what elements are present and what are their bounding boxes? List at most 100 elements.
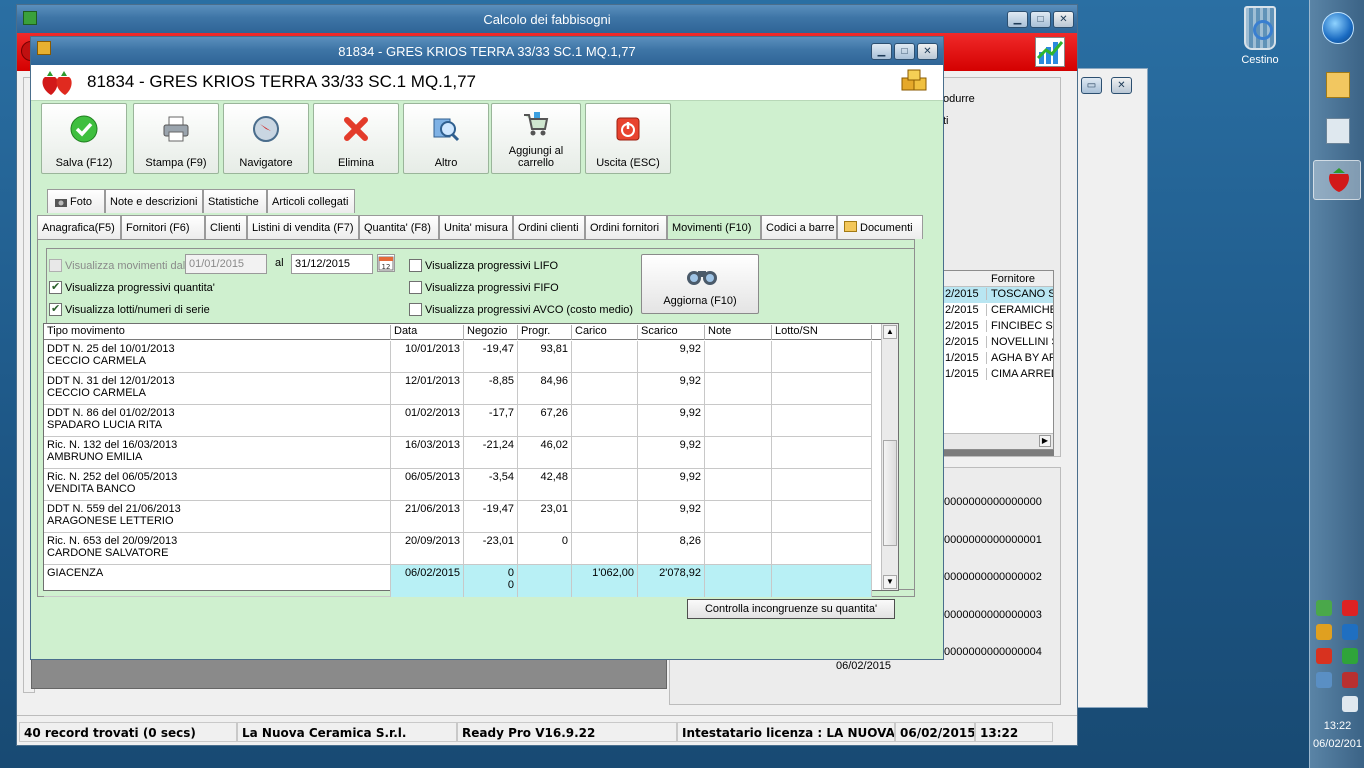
col-data[interactable]: Data xyxy=(391,325,464,340)
avco-checkbox[interactable]: Visualizza progressivi AVCO (costo medio… xyxy=(409,303,633,316)
tray-security-icon[interactable] xyxy=(1316,672,1332,688)
date-from-input[interactable]: 01/01/2015 xyxy=(185,254,267,274)
code-label: 0000000000000002 xyxy=(944,571,1042,583)
tray-ccl-icon[interactable] xyxy=(1316,648,1332,664)
tab-movimenti[interactable]: Movimenti (F10) xyxy=(667,215,761,240)
list-item[interactable]: 1/2015 CIMA ARRED xyxy=(943,367,1053,383)
tab-foto[interactable]: Foto xyxy=(47,189,105,213)
list-item[interactable]: 2/2015 FINCIBEC SP xyxy=(943,319,1053,335)
table-row[interactable]: Ric. N. 653 del 20/09/2013 CARDONE SALVAT… xyxy=(44,533,872,565)
recycle-bin-icon xyxy=(1244,6,1276,50)
other-button[interactable]: Altro xyxy=(403,103,489,174)
h-scrollbar[interactable]: ▶ xyxy=(943,433,1053,449)
print-button[interactable]: Stampa (F9) xyxy=(133,103,219,174)
chart-icon[interactable] xyxy=(1035,37,1065,67)
tab-quantita[interactable]: Quantita' (F8) xyxy=(359,215,439,239)
taskbar-explorer[interactable] xyxy=(1313,66,1361,106)
list-item[interactable]: 1/2015 AGHA BY AR xyxy=(943,351,1053,367)
cell-progr: 0 xyxy=(518,533,572,565)
clock-date[interactable]: 06/02/201 xyxy=(1310,738,1364,750)
delete-x-icon xyxy=(344,117,368,141)
tab-unita-misura[interactable]: Unita' misura xyxy=(439,215,513,239)
tab-listini[interactable]: Listini di vendita (F7) xyxy=(247,215,359,239)
close-icon[interactable]: ✕ xyxy=(1053,11,1074,28)
table-row[interactable]: DDT N. 25 del 10/01/2013 CECCIO CARMELA 10… xyxy=(44,341,872,373)
col-progr[interactable]: Progr. xyxy=(518,325,572,340)
table-row[interactable]: Ric. N. 132 del 16/03/2013 AMBRUNO EMILIA… xyxy=(44,437,872,469)
tray-volume-icon[interactable] xyxy=(1342,696,1358,712)
check-inconsistencies-button[interactable]: Controlla incongruenze su quantita' xyxy=(687,599,895,619)
cell-lotto xyxy=(772,341,872,373)
col-scarico[interactable]: Scarico xyxy=(638,325,705,340)
cell-tipo: GIACENZA xyxy=(44,565,391,597)
col-lotto[interactable]: Lotto/SN xyxy=(772,325,872,340)
tab-clienti[interactable]: Clienti xyxy=(205,215,247,239)
tray-alert-icon[interactable] xyxy=(1342,600,1358,616)
boxes-icon[interactable] xyxy=(899,68,929,98)
lots-serials-checkbox[interactable]: Visualizza lotti/numeri di serie xyxy=(49,302,210,316)
tab-codici-barre[interactable]: Codici a barre xyxy=(761,215,837,239)
minimize-icon[interactable]: ▁ xyxy=(1007,11,1028,28)
tray-network-icon[interactable] xyxy=(1316,600,1332,616)
maximize-icon[interactable]: □ xyxy=(894,43,915,60)
refresh-button[interactable]: Aggiorna (F10) xyxy=(641,254,759,314)
col-tipo[interactable]: Tipo movimento xyxy=(44,325,391,340)
main-window-title: Calcolo dei fabbisogni xyxy=(483,12,611,27)
table-row[interactable]: DDT N. 31 del 12/01/2013 CECCIO CARMELA 12… xyxy=(44,373,872,405)
cell-note xyxy=(705,405,772,437)
tray-ccs-icon[interactable] xyxy=(1342,624,1358,640)
tab-notes[interactable]: Note e descrizioni xyxy=(105,189,203,213)
total-row[interactable]: GIACENZA 06/02/2015 0 0 1'062,00 2'078,92 xyxy=(44,565,872,597)
show-movements-from-checkbox[interactable]: Visualizza movimenti dal xyxy=(49,259,185,272)
taskbar-readypro[interactable] xyxy=(1313,160,1361,200)
grid-vscrollbar[interactable]: ▲ ▼ xyxy=(881,324,898,590)
scroll-thumb[interactable] xyxy=(883,440,897,546)
add-to-cart-button[interactable]: Aggiungi al carrello xyxy=(491,103,581,174)
col-note[interactable]: Note xyxy=(705,325,772,340)
start-button[interactable] xyxy=(1322,12,1354,44)
tab-linked-articles[interactable]: Articoli collegati xyxy=(267,189,355,213)
taskbar-calculator[interactable] xyxy=(1313,112,1361,152)
cell-data: 16/03/2013 xyxy=(391,437,464,469)
cell-negozio: -19,47 xyxy=(464,341,518,373)
navigator-button[interactable]: Navigatore xyxy=(223,103,309,174)
tab-ordini-fornitori[interactable]: Ordini fornitori xyxy=(585,215,667,239)
exit-button[interactable]: Uscita (ESC) xyxy=(585,103,671,174)
scroll-down-icon[interactable]: ▼ xyxy=(883,575,897,589)
restore-icon[interactable]: ▭ xyxy=(1081,77,1102,94)
tray-network-off-icon[interactable] xyxy=(1342,672,1358,688)
col-carico[interactable]: Carico xyxy=(572,325,638,340)
tab-documenti[interactable]: Documenti xyxy=(837,215,923,239)
lifo-checkbox[interactable]: Visualizza progressivi LIFO xyxy=(409,259,558,272)
table-row[interactable]: DDT N. 86 del 01/02/2013 SPADARO LUCIA RI… xyxy=(44,405,872,437)
clock-time[interactable]: 13:22 xyxy=(1310,720,1364,732)
tray-sync-icon[interactable] xyxy=(1342,648,1358,664)
scroll-up-icon[interactable]: ▲ xyxy=(883,325,897,339)
list-item[interactable]: 2/2015 NOVELLINI S xyxy=(943,335,1053,351)
recycle-bin[interactable]: Cestino xyxy=(1232,6,1288,66)
status-company: La Nuova Ceramica S.r.l. xyxy=(237,722,457,742)
scroll-right-icon[interactable]: ▶ xyxy=(1039,435,1051,447)
tab-fornitori[interactable]: Fornitori (F6) xyxy=(121,215,205,239)
maximize-icon[interactable]: □ xyxy=(1030,11,1051,28)
save-button[interactable]: Salva (F12) xyxy=(41,103,127,174)
date-to-input[interactable]: 31/12/2015 xyxy=(291,254,373,274)
checkbox-box xyxy=(409,281,422,294)
tray-app-icon[interactable] xyxy=(1316,624,1332,640)
tab-ordini-clienti[interactable]: Ordini clienti xyxy=(513,215,585,239)
table-row[interactable]: Ric. N. 252 del 06/05/2013 VENDITA BANCO 0… xyxy=(44,469,872,501)
progressive-qty-checkbox[interactable]: Visualizza progressivi quantita' xyxy=(49,280,215,294)
col-negozio[interactable]: Negozio xyxy=(464,325,518,340)
close-icon[interactable]: ✕ xyxy=(917,43,938,60)
calendar-icon[interactable]: 12 xyxy=(377,254,395,272)
list-item[interactable]: 2/2015 TOSCANO S. xyxy=(943,287,1053,303)
list-item[interactable]: 2/2015 CERAMICHE xyxy=(943,303,1053,319)
fifo-checkbox[interactable]: Visualizza progressivi FIFO xyxy=(409,281,559,294)
table-row[interactable]: DDT N. 559 del 21/06/2013 ARAGONESE LETTE… xyxy=(44,501,872,533)
minimize-icon[interactable]: ▁ xyxy=(871,43,892,60)
tab-statistics[interactable]: Statistiche xyxy=(203,189,267,213)
svg-text:12: 12 xyxy=(382,263,391,271)
tab-anagrafica[interactable]: Anagrafica(F5) xyxy=(37,215,121,239)
delete-button[interactable]: Elimina xyxy=(313,103,399,174)
close-icon[interactable]: ✕ xyxy=(1111,77,1132,94)
